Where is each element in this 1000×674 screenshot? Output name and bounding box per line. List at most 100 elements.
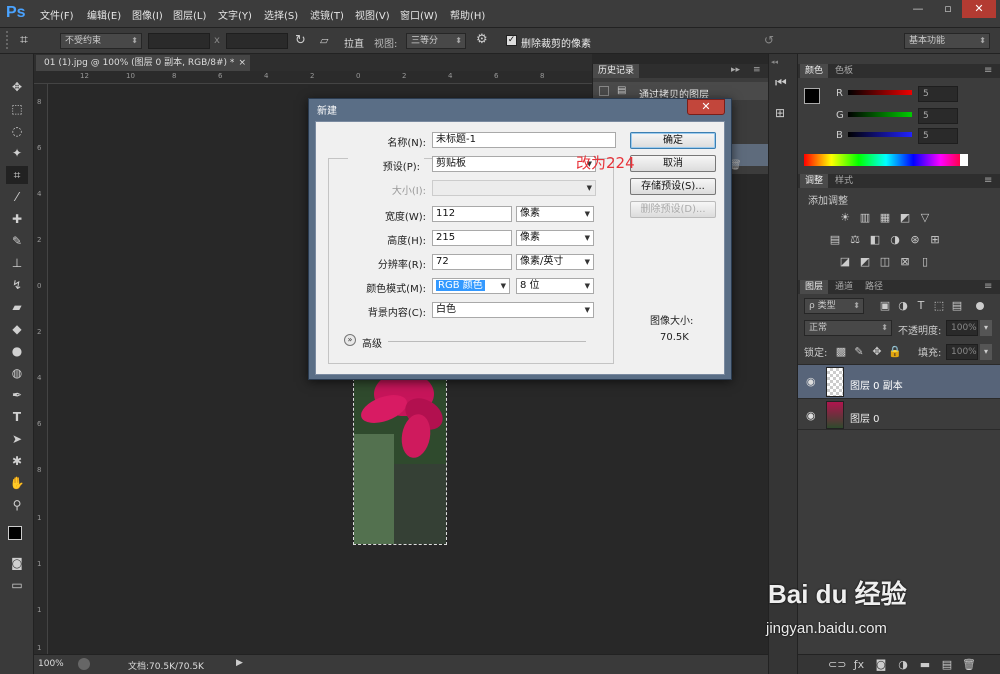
brightness-icon[interactable]: ☀ — [838, 212, 852, 224]
layer-row[interactable]: ◉ 图层 0 — [798, 398, 1000, 430]
layer-name[interactable]: 图层 0 — [850, 410, 880, 425]
status-menu-arrow-icon[interactable]: ▶ — [236, 658, 243, 668]
marquee-tool-icon[interactable]: ⬚ — [6, 100, 28, 118]
close-window-button[interactable]: ✕ — [962, 0, 996, 18]
properties-dock-icon[interactable]: ⊞ — [775, 106, 785, 120]
crop-height-input[interactable] — [226, 33, 288, 49]
hue-icon[interactable]: ▤ — [828, 234, 842, 246]
document-tab[interactable]: 01 (1).jpg @ 100% (图层 0 副本, RGB/8#) * × — [36, 55, 250, 71]
dodge-tool-icon[interactable]: ◍ — [6, 364, 28, 382]
close-tab-icon[interactable]: × — [238, 55, 246, 71]
panel-menu-icon[interactable]: ≡ — [984, 175, 992, 186]
color-spectrum-bar[interactable] — [804, 154, 968, 166]
tab-channels[interactable]: 通道 — [830, 280, 858, 294]
workspace-select[interactable]: 基本功能 — [904, 33, 990, 49]
stamp-tool-icon[interactable]: ⊥ — [6, 254, 28, 272]
visibility-eye-icon[interactable]: ◉ — [806, 375, 816, 388]
vibrance-icon[interactable]: ▽ — [918, 212, 932, 224]
screen-mode-icon[interactable]: ▭ — [6, 576, 28, 594]
crop-tool-icon[interactable]: ⌗ — [6, 166, 28, 184]
layer-name[interactable]: 图层 0 副本 — [850, 377, 903, 392]
menu-filter[interactable]: 滤镜(T) — [310, 7, 344, 22]
minimize-button[interactable]: — — [904, 0, 932, 18]
ratio-select[interactable]: 不受约束 — [60, 33, 142, 49]
type-tool-icon[interactable]: T — [6, 408, 28, 426]
width-input[interactable]: 112 — [432, 206, 512, 222]
advanced-label[interactable]: 高级 — [362, 335, 382, 350]
white-swatch[interactable] — [960, 154, 968, 166]
brush-tool-icon[interactable]: ✎ — [6, 232, 28, 250]
red-slider[interactable] — [848, 90, 912, 95]
gear-icon[interactable]: ⚙ — [476, 32, 488, 47]
tab-color[interactable]: 颜色 — [800, 64, 829, 78]
lock-transparent-icon[interactable]: ▩ — [834, 346, 848, 358]
red-value-input[interactable]: 5 — [918, 86, 958, 102]
status-icon[interactable] — [78, 658, 90, 670]
bw-icon[interactable]: ◧ — [868, 234, 882, 246]
mixer-icon[interactable]: ⊛ — [908, 234, 922, 246]
dock-collapse-icon[interactable]: ◂◂ — [771, 58, 797, 66]
new-layer-icon[interactable]: ▤ — [940, 659, 954, 671]
group-icon[interactable]: ▬ — [918, 659, 932, 671]
magic-wand-tool-icon[interactable]: ✦ — [6, 144, 28, 162]
lock-position-icon[interactable]: ✥ — [870, 346, 884, 358]
filter-type-icon[interactable]: T — [914, 300, 928, 312]
green-value-input[interactable]: 5 — [918, 108, 958, 124]
threshold-icon[interactable]: ◫ — [878, 256, 892, 268]
filter-pixel-icon[interactable]: ▣ — [878, 300, 892, 312]
history-checkbox[interactable] — [599, 86, 609, 96]
reset-icon[interactable]: ↺ — [764, 33, 774, 47]
crop-width-input[interactable] — [148, 33, 210, 49]
fill-input[interactable]: 100% — [946, 344, 978, 360]
filter-adjust-icon[interactable]: ◑ — [896, 300, 910, 312]
hand-tool-icon[interactable]: ✋ — [6, 474, 28, 492]
opacity-dropdown-icon[interactable]: ▾ — [980, 320, 992, 336]
levels-icon[interactable]: ▥ — [858, 212, 872, 224]
posterize-icon[interactable]: ◩ — [858, 256, 872, 268]
width-unit-select[interactable]: 像素 — [516, 206, 594, 222]
quick-mask-icon[interactable]: ◙ — [6, 554, 28, 572]
blur-tool-icon[interactable]: ● — [6, 342, 28, 360]
name-input[interactable]: 未标题-1 — [432, 132, 616, 148]
opacity-input[interactable]: 100% — [946, 320, 978, 336]
tab-adjustments[interactable]: 调整 — [800, 174, 829, 188]
delete-cropped-checkbox[interactable]: ✓ — [506, 35, 517, 46]
menu-edit[interactable]: 编辑(E) — [87, 7, 121, 22]
zoom-tool-icon[interactable]: ⚲ — [6, 496, 28, 514]
exposure-icon[interactable]: ◩ — [898, 212, 912, 224]
lock-all-icon[interactable]: 🔒 — [888, 346, 902, 358]
menu-type[interactable]: 文字(Y) — [218, 7, 252, 22]
tab-history[interactable]: 历史记录 — [593, 64, 640, 78]
background-select[interactable]: 白色 — [432, 302, 594, 318]
visibility-eye-icon[interactable]: ◉ — [806, 409, 816, 422]
blue-value-input[interactable]: 5 — [918, 128, 958, 144]
filter-smart-icon[interactable]: ▤ — [950, 300, 964, 312]
resolution-input[interactable]: 72 — [432, 254, 512, 270]
move-tool-icon[interactable]: ✥ — [6, 78, 28, 96]
preset-select[interactable]: 剪贴板 — [432, 156, 596, 172]
eraser-tool-icon[interactable]: ▰ — [6, 298, 28, 316]
fill-dropdown-icon[interactable]: ▾ — [980, 344, 992, 360]
crop-icon[interactable]: ⌗ — [20, 31, 46, 49]
delete-layer-icon[interactable]: 🗑 — [962, 659, 976, 671]
blend-mode-select[interactable]: 正常 — [804, 320, 892, 336]
restore-button[interactable]: ▫ — [934, 0, 962, 18]
advanced-toggle-icon[interactable]: » — [344, 334, 356, 346]
mask-icon[interactable]: ◙ — [874, 659, 888, 671]
save-preset-button[interactable]: 存储预设(S)... — [630, 178, 716, 195]
green-slider[interactable] — [848, 112, 912, 117]
height-input[interactable]: 215 — [432, 230, 512, 246]
path-select-tool-icon[interactable]: ➤ — [6, 430, 28, 448]
overlay-view-select[interactable]: 三等分 — [406, 33, 466, 49]
photo-filter-icon[interactable]: ◑ — [888, 234, 902, 246]
menu-window[interactable]: 窗口(W) — [400, 7, 438, 22]
invert-icon[interactable]: ◪ — [838, 256, 852, 268]
lookup-icon[interactable]: ⊞ — [928, 234, 942, 246]
eyedropper-tool-icon[interactable]: ⁄ — [6, 188, 28, 206]
foreground-color-swatch[interactable] — [8, 526, 22, 540]
menu-select[interactable]: 选择(S) — [264, 7, 298, 22]
adjustment-layer-icon[interactable]: ◑ — [896, 659, 910, 671]
panel-menu-icon[interactable]: ≡ — [753, 65, 761, 75]
menu-file[interactable]: 文件(F) — [40, 7, 74, 22]
layer-filter-select[interactable]: ρ 类型 — [804, 298, 864, 314]
